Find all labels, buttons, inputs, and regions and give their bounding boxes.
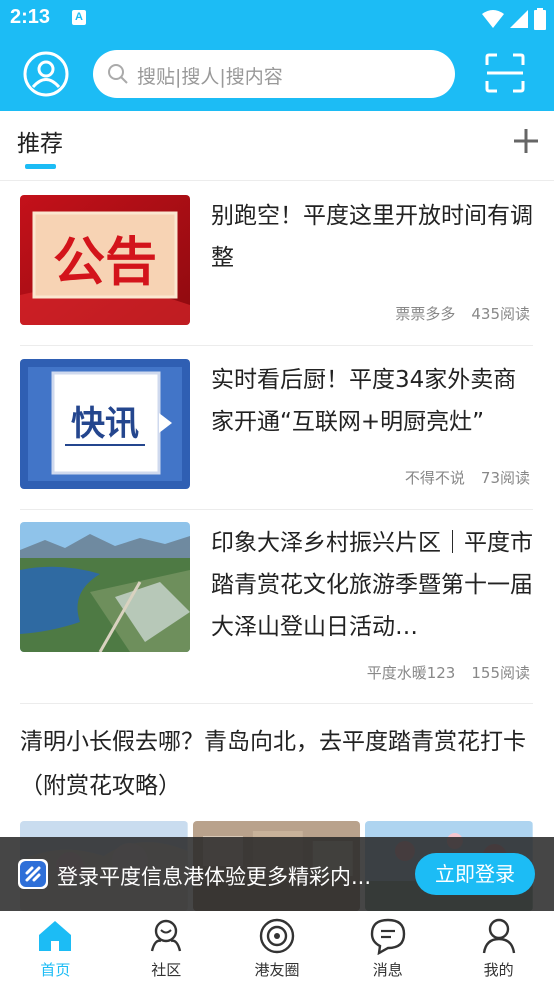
status-time: 2:13 xyxy=(10,6,51,28)
article-thumbnail: 快讯 xyxy=(20,359,190,489)
scan-icon xyxy=(485,53,525,93)
article-title: 实时看后厨！平度34家外卖商家开通“互联网+明厨亮灶” xyxy=(211,367,517,435)
tab-recommend[interactable]: 推荐 xyxy=(17,124,63,158)
nav-label: 我的 xyxy=(483,961,514,979)
status-bar: 2:13 A xyxy=(0,0,554,38)
app-header: 搜贴|搜人|搜内容 xyxy=(0,38,554,111)
article-item[interactable]: 印象大泽乡村振兴片区｜平度市踏青赏花文化旅游季暨第十一届大泽山登山日活动… 平度… xyxy=(20,522,533,704)
plus-icon xyxy=(514,129,538,153)
article-meta: 平度水暖123 155阅读 xyxy=(367,662,530,683)
article-title: 别跑空！平度这里开放时间有调整 xyxy=(211,203,533,271)
article-reads: 155阅读 xyxy=(471,664,530,682)
article-author: 平度水暖123 xyxy=(366,664,456,682)
bottom-nav: 首页 社区 港友圈 消息 我的 xyxy=(0,911,554,985)
battery-icon xyxy=(534,8,546,30)
article-item-gallery[interactable]: 清明小长假去哪？青岛向北，去平度踏青赏花打卡（附赏花攻略） xyxy=(20,720,534,911)
status-icons xyxy=(482,8,546,30)
app-logo-icon xyxy=(18,859,48,889)
nav-label: 消息 xyxy=(372,961,403,979)
nav-profile[interactable]: 我的 xyxy=(443,911,554,985)
article-author: 不得不说 xyxy=(404,469,465,487)
search-input[interactable]: 搜贴|搜人|搜内容 xyxy=(93,50,455,98)
login-banner: 登录平度信息港体验更多精彩内... 立即登录 xyxy=(0,837,554,911)
message-icon xyxy=(370,918,405,955)
login-prompt-text: 登录平度信息港体验更多精彩内... xyxy=(57,865,372,889)
article-thumbnail: 公告 xyxy=(20,195,190,325)
nav-label: 首页 xyxy=(40,961,71,979)
nav-friends-circle[interactable]: 港友圈 xyxy=(222,911,333,985)
nav-home[interactable]: 首页 xyxy=(0,911,111,985)
article-item[interactable]: 快讯 实时看后厨！平度34家外卖商家开通“互联网+明厨亮灶” 不得不说 73阅读 xyxy=(20,359,533,510)
active-tab-indicator xyxy=(25,164,56,169)
thumbnail-text: 公告 xyxy=(53,233,157,293)
article-thumbnail xyxy=(20,522,190,652)
article-reads: 73阅读 xyxy=(480,469,530,487)
community-icon xyxy=(151,919,182,952)
signal-icon xyxy=(510,10,528,28)
nav-community[interactable]: 社区 xyxy=(111,911,222,985)
profile-icon xyxy=(482,918,515,954)
article-reads: 435阅读 xyxy=(471,305,530,323)
login-button[interactable]: 立即登录 xyxy=(415,853,535,895)
home-icon xyxy=(39,921,72,951)
category-tabs: 推荐 xyxy=(0,111,554,181)
friends-circle-icon xyxy=(259,918,295,954)
scan-button[interactable] xyxy=(485,53,525,93)
nav-messages[interactable]: 消息 xyxy=(332,911,443,985)
nav-label: 社区 xyxy=(151,961,182,979)
article-title: 印象大泽乡村振兴片区｜平度市踏青赏花文化旅游季暨第十一届大泽山登山日活动… xyxy=(211,530,533,640)
add-category-button[interactable] xyxy=(512,127,540,155)
article-meta: 不得不说 73阅读 xyxy=(405,467,530,488)
nav-label: 港友圈 xyxy=(254,961,300,979)
notification-icon: A xyxy=(72,10,86,25)
user-icon xyxy=(23,51,69,97)
search-placeholder: 搜贴|搜人|搜内容 xyxy=(137,66,283,88)
search-icon xyxy=(108,64,128,84)
article-author: 票票多多 xyxy=(395,305,456,323)
article-title: 清明小长假去哪？青岛向北，去平度踏青赏花打卡（附赏花攻略） xyxy=(20,729,526,799)
thumbnail-text: 快讯 xyxy=(71,404,139,444)
article-item[interactable]: 公告 别跑空！平度这里开放时间有调整 票票多多 435阅读 xyxy=(20,195,533,346)
user-avatar-button[interactable] xyxy=(22,50,70,98)
wifi-icon xyxy=(482,10,504,28)
article-meta: 票票多多 435阅读 xyxy=(395,303,530,324)
